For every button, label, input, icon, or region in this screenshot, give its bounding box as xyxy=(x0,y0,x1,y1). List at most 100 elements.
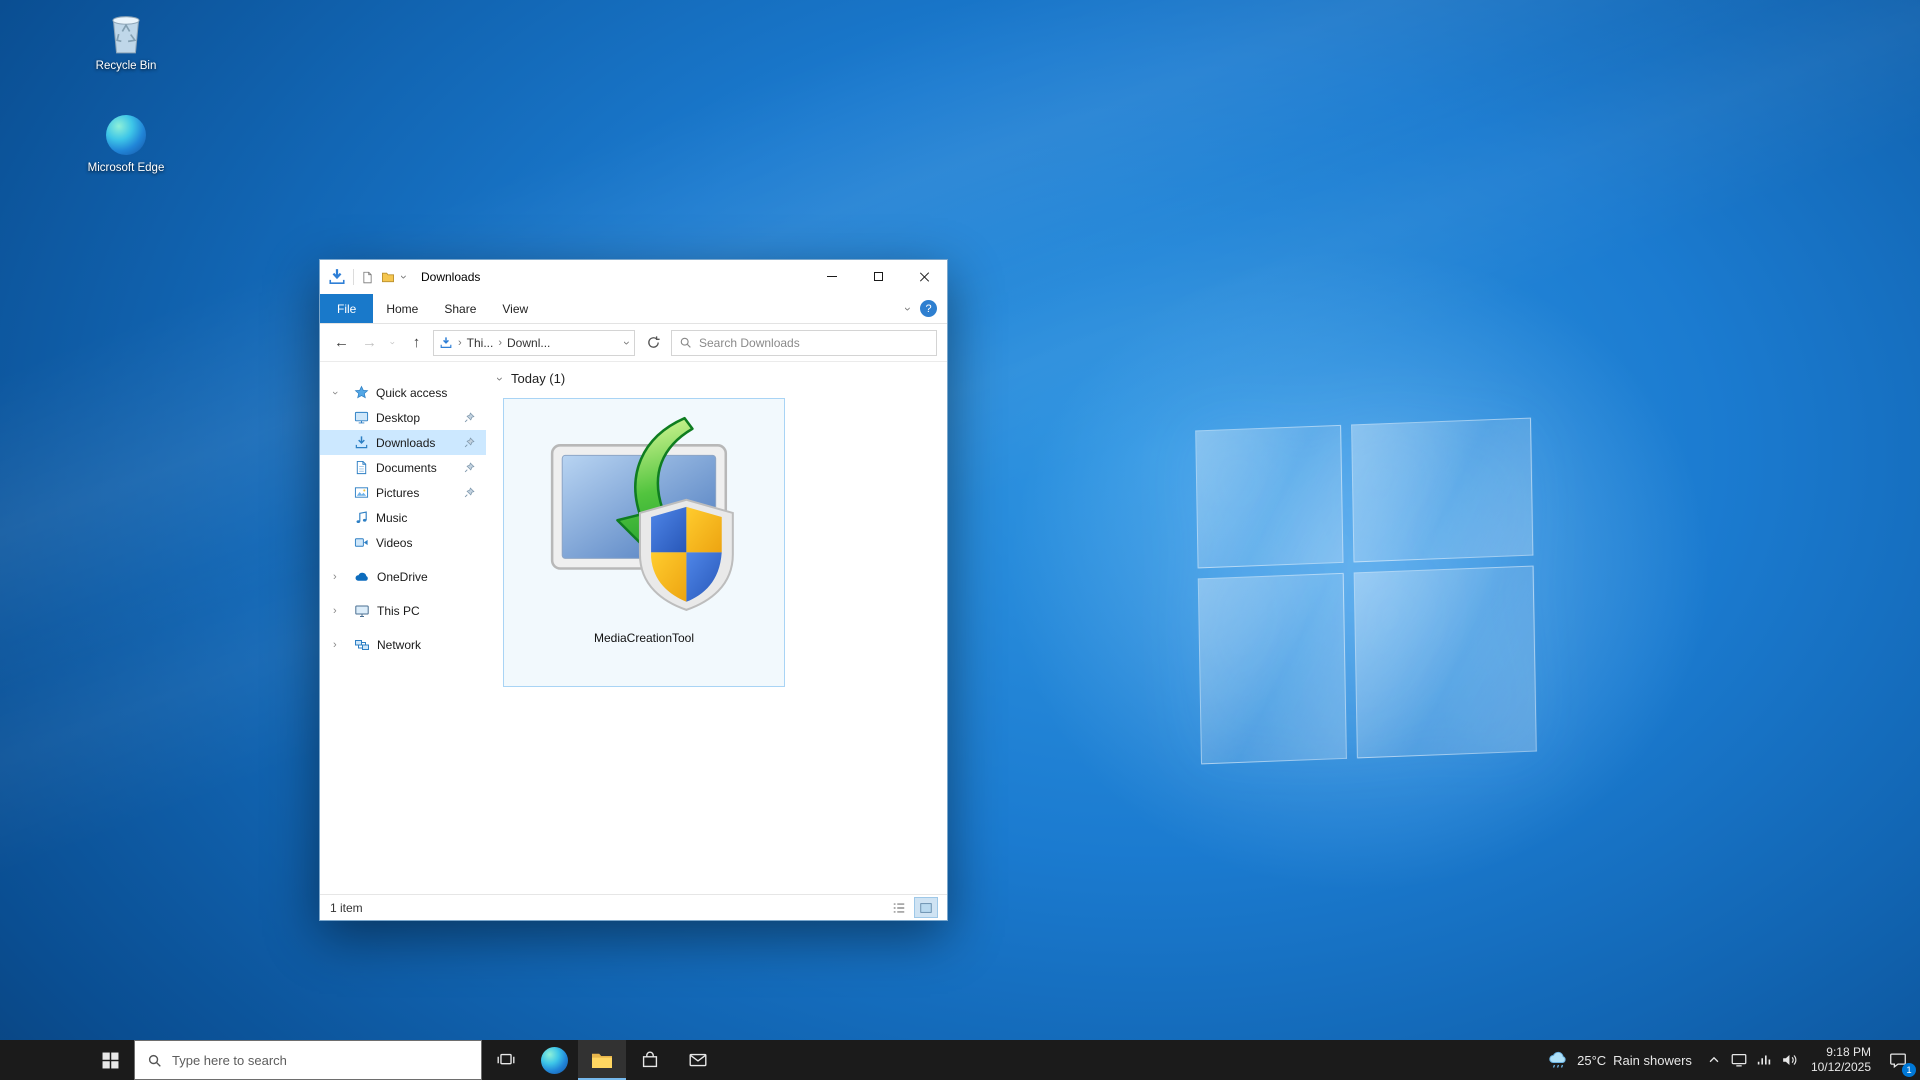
downloads-icon xyxy=(354,435,369,450)
status-bar: 1 item xyxy=(320,894,947,920)
breadcrumb-separator: › xyxy=(498,337,502,349)
tray-display-button[interactable] xyxy=(1727,1040,1752,1080)
media-creation-tool-icon xyxy=(538,411,750,623)
display-icon xyxy=(1730,1051,1748,1069)
action-center-button[interactable]: 1 xyxy=(1880,1040,1916,1080)
task-view-icon xyxy=(495,1049,517,1071)
desktop: Recycle Bin Microsoft Edge › Downloads xyxy=(0,0,1920,1080)
sidebar-item-label: Desktop xyxy=(376,411,420,425)
sidebar-item-downloads[interactable]: Downloads xyxy=(320,430,486,455)
desktop-icon-label: Microsoft Edge xyxy=(78,162,174,175)
edge-icon xyxy=(78,112,174,158)
forward-button[interactable]: → xyxy=(358,330,381,356)
recycle-bin-desktop-icon[interactable]: Recycle Bin xyxy=(78,10,174,73)
system-tray: 25°C Rain showers xyxy=(1536,1040,1920,1080)
close-button[interactable] xyxy=(901,260,947,293)
onedrive-cloud-icon xyxy=(354,569,370,585)
ribbon-menu-bar: File Home Share View › ? xyxy=(320,294,947,324)
sidebar-item-label: Documents xyxy=(376,461,437,475)
chevron-right-icon[interactable]: › xyxy=(333,639,337,651)
taskbar-file-explorer-button[interactable] xyxy=(578,1040,626,1080)
windows-start-icon xyxy=(102,1052,119,1069)
tray-volume-button[interactable] xyxy=(1777,1040,1802,1080)
pictures-icon xyxy=(354,485,369,500)
sidebar-item-onedrive[interactable]: › OneDrive xyxy=(320,564,486,589)
group-collapse-chevron[interactable]: › xyxy=(493,377,507,381)
maximize-button[interactable] xyxy=(855,260,901,293)
music-icon xyxy=(354,510,369,525)
file-item-mediacreationtool[interactable]: MediaCreationTool xyxy=(503,398,785,687)
show-hidden-icons-button[interactable] xyxy=(1702,1040,1727,1080)
search-icon xyxy=(679,336,692,349)
file-list-pane[interactable]: › Today (1) xyxy=(486,362,947,894)
qat-new-folder-icon[interactable] xyxy=(381,271,395,283)
chevron-right-icon[interactable]: › xyxy=(333,571,337,583)
details-view-button[interactable] xyxy=(888,898,910,917)
chevron-right-icon[interactable]: › xyxy=(333,605,337,617)
navigation-bar: ← → › ↑ › Thi... › Downl... › xyxy=(320,324,947,362)
start-button[interactable] xyxy=(86,1040,134,1080)
recycle-bin-icon xyxy=(78,10,174,56)
menu-view[interactable]: View xyxy=(489,294,541,323)
window-title: Downloads xyxy=(421,270,480,284)
sidebar-item-this-pc[interactable]: › This PC xyxy=(320,598,486,623)
windows-logo-pane xyxy=(1351,418,1533,563)
rain-cloud-icon xyxy=(1546,1048,1570,1072)
sidebar-item-label: OneDrive xyxy=(377,570,428,584)
taskbar-search-input[interactable] xyxy=(172,1053,469,1068)
edge-icon xyxy=(541,1047,568,1074)
ribbon-expand-chevron[interactable]: › xyxy=(901,307,915,311)
windows-logo-pane xyxy=(1195,425,1343,569)
title-bar[interactable]: › Downloads xyxy=(320,260,947,294)
volume-icon xyxy=(1780,1051,1798,1069)
menu-home[interactable]: Home xyxy=(373,294,431,323)
recent-locations-chevron[interactable]: › xyxy=(380,336,406,350)
sidebar-item-label: Music xyxy=(376,511,407,525)
this-pc-icon xyxy=(354,603,370,619)
sidebar-item-network[interactable]: › Network xyxy=(320,632,486,657)
sidebar-item-desktop[interactable]: Desktop xyxy=(320,405,486,430)
weather-temperature: 25°C xyxy=(1577,1053,1606,1068)
taskbar-weather-widget[interactable]: 25°C Rain showers xyxy=(1536,1048,1702,1072)
navigation-pane: › Quick access Desktop xyxy=(320,362,486,894)
taskbar: 25°C Rain showers xyxy=(0,1040,1920,1080)
chevron-down-icon[interactable]: › xyxy=(329,391,341,395)
taskbar-edge-button[interactable] xyxy=(530,1040,578,1080)
taskbar-search-box[interactable] xyxy=(134,1040,482,1080)
large-icons-view-button[interactable] xyxy=(915,898,937,917)
group-header-today[interactable]: › Today (1) xyxy=(498,371,565,386)
item-count: 1 item xyxy=(330,901,363,915)
address-bar[interactable]: › Thi... › Downl... › xyxy=(433,330,635,356)
minimize-button[interactable] xyxy=(809,260,855,293)
sidebar-item-documents[interactable]: Documents xyxy=(320,455,486,480)
help-button[interactable]: ? xyxy=(920,300,937,317)
windows-logo-pane xyxy=(1198,573,1347,765)
refresh-button[interactable] xyxy=(640,330,666,356)
pin-icon xyxy=(464,437,475,448)
taskbar-store-button[interactable] xyxy=(626,1040,674,1080)
search-box[interactable] xyxy=(671,330,937,356)
downloads-window-icon xyxy=(328,268,346,286)
qat-customize-chevron[interactable]: › xyxy=(397,275,411,279)
search-input[interactable] xyxy=(699,336,929,350)
up-button[interactable]: ↑ xyxy=(405,330,428,356)
menu-file[interactable]: File xyxy=(320,294,373,323)
qat-properties-icon[interactable] xyxy=(361,271,374,284)
sidebar-item-music[interactable]: Music xyxy=(320,505,486,530)
sidebar-item-pictures[interactable]: Pictures xyxy=(320,480,486,505)
pin-icon xyxy=(464,487,475,498)
sidebar-item-label: Videos xyxy=(376,536,412,550)
microsoft-edge-desktop-icon[interactable]: Microsoft Edge xyxy=(78,112,174,175)
tray-network-button[interactable] xyxy=(1752,1040,1777,1080)
taskbar-mail-button[interactable] xyxy=(674,1040,722,1080)
address-dropdown-chevron[interactable]: › xyxy=(620,341,634,345)
task-view-button[interactable] xyxy=(482,1040,530,1080)
back-button[interactable]: ← xyxy=(330,330,353,356)
menu-share[interactable]: Share xyxy=(431,294,489,323)
file-explorer-folder-icon xyxy=(590,1049,614,1071)
breadcrumb-this-pc[interactable]: Thi... xyxy=(467,336,494,350)
breadcrumb-downloads[interactable]: Downl... xyxy=(507,336,550,350)
sidebar-item-videos[interactable]: Videos xyxy=(320,530,486,555)
taskbar-clock[interactable]: 9:18 PM 10/12/2025 xyxy=(1802,1045,1880,1075)
sidebar-item-quick-access[interactable]: › Quick access xyxy=(320,380,486,405)
